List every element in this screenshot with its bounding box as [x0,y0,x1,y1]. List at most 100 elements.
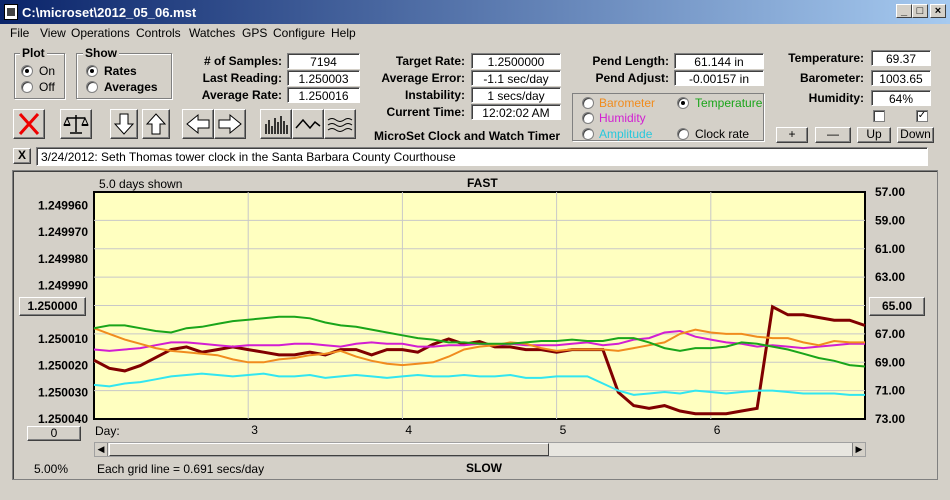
balance-button[interactable] [60,109,92,139]
maximize-button[interactable]: □ [912,4,928,18]
menu-watches[interactable]: Watches [189,26,235,40]
barometer-field: 1003.65 [871,70,931,86]
scroll-thumb[interactable] [109,443,549,456]
instability-field: 1 secs/day [471,87,561,103]
menu-controls[interactable]: Controls [136,26,181,40]
samples-field: 7194 [287,53,360,69]
current-time-field: 12:02:02 AM [471,104,561,120]
temperature-option-label: Temperature [695,96,763,110]
offset-button[interactable]: 0 [27,426,81,441]
left-tick-label: 1.249990 [38,278,88,292]
barometer-label: Barometer: [799,71,864,85]
humidity-field: 64% [871,90,931,106]
pend-length-label: Pend Length: [592,54,669,68]
up-button[interactable]: Up [857,127,891,143]
arrow-right-button[interactable] [214,109,246,139]
samples-label: # of Samples: [203,54,282,68]
plot-off-label: Off [39,80,55,94]
target-rate-field[interactable]: 1.2500000 [471,53,561,69]
plot-on-radio[interactable] [21,65,33,77]
close-button[interactable]: × [930,4,946,18]
arrow-left-button[interactable] [182,109,214,139]
plus-button[interactable]: + [776,127,808,143]
menu-gps[interactable]: GPS [242,26,267,40]
average-error-label: Average Error: [381,71,465,85]
grid-scale-label: Each grid line = 0.691 secs/day [97,462,265,476]
target-rate-label: Target Rate: [395,54,465,68]
menu-view[interactable]: View [40,26,66,40]
average-error-field: -1.1 sec/day [471,70,561,86]
chart-panel: 1.249960 1.249970 1.249980 1.249990 1.250010… [12,170,938,480]
pend-adjust-label: Pend Adjust: [595,71,669,85]
bars-button[interactable] [260,109,292,139]
menu-operations[interactable]: Operations [71,26,130,40]
note-field[interactable]: 3/24/2012: Seth Thomas tower clock in th… [36,147,928,166]
arrow-down-button[interactable] [110,109,138,139]
left-tick-label: 1.249980 [38,252,88,266]
last-reading-label: Last Reading: [202,71,282,85]
scroll-right-icon[interactable]: ▶ [852,443,865,456]
minus-button[interactable]: — [815,127,851,143]
humidity-option-label: Humidity [599,111,646,125]
menu-file[interactable]: File [10,26,29,40]
current-time-label: Current Time: [386,105,465,119]
down-button[interactable]: Down [897,127,934,143]
line-button[interactable] [292,109,324,139]
clock-rate-radio[interactable] [677,128,689,140]
temperature-label: Temperature: [788,51,864,65]
horizontal-scrollbar[interactable]: ◀ ▶ [94,442,866,457]
right-tick-label: 61.00 [875,242,905,256]
menu-bar: File View Operations Controls Watches GP… [0,24,950,42]
wave-button[interactable] [324,109,356,139]
balance-scale-icon [63,115,89,134]
averages-radio[interactable] [86,81,98,93]
checkbox-1[interactable] [873,110,885,122]
sensor-select-group: Barometer Temperature Humidity Amplitude… [572,93,764,141]
minimize-button[interactable]: _ [896,4,912,18]
days-shown-label: 5.0 days shown [99,177,183,191]
right-tick-label: 71.00 [875,384,905,398]
bar-graph-icon [265,116,288,134]
amplitude-radio[interactable] [582,128,594,140]
window-title: C:\microset\2012_05_06.mst [22,5,197,20]
show-group-title: Show [83,46,119,60]
amplitude-option-label: Amplitude [599,127,653,141]
left-tick-label: 1.250040 [38,412,88,426]
rates-label: Rates [104,64,137,78]
center-temp-button[interactable]: 65.00 [869,297,925,316]
left-tick-label: 1.250010 [38,332,88,346]
x-tick-label: 4 [405,423,412,437]
average-rate-field: 1.250016 [287,87,360,103]
menu-configure[interactable]: Configure [273,26,325,40]
plot-off-radio[interactable] [21,81,33,93]
x-tick-label: 5 [560,423,567,437]
last-reading-field: 1.250003 [287,70,360,86]
arrow-up-button[interactable] [142,109,170,139]
right-tick-label: 73.00 [875,412,905,426]
humidity-radio[interactable] [582,112,594,124]
app-name-label: MicroSet Clock and Watch Timer [374,129,561,143]
clear-button[interactable] [13,109,45,139]
right-tick-label: 63.00 [875,270,905,284]
title-bar[interactable]: C:\microset\2012_05_06.mst _ □ × [0,0,950,24]
menu-help[interactable]: Help [331,26,356,40]
clock-rate-option-label: Clock rate [695,127,750,141]
left-tick-label: 1.249960 [38,198,88,212]
center-rate-button[interactable]: 1.250000 [19,297,86,316]
close-note-button[interactable]: X [13,148,31,164]
show-group: Show Rates Averages [76,46,172,99]
checkbox-2[interactable]: ✓ [916,110,928,122]
line-graph-icon [295,118,321,130]
scroll-left-icon[interactable]: ◀ [95,443,108,456]
right-tick-label: 59.00 [875,213,905,227]
wave-icon [327,118,353,132]
plot-group-title: Plot [20,46,47,60]
plot-on-label: On [39,64,56,78]
arrow-up-icon [145,113,167,135]
pend-adjust-field: -0.00157 in [674,70,764,86]
left-tick-label: 1.249970 [38,225,88,239]
rates-radio[interactable] [86,65,98,77]
temperature-radio[interactable] [677,97,689,109]
x-tick-label: 6 [714,423,721,437]
barometer-radio[interactable] [582,97,594,109]
